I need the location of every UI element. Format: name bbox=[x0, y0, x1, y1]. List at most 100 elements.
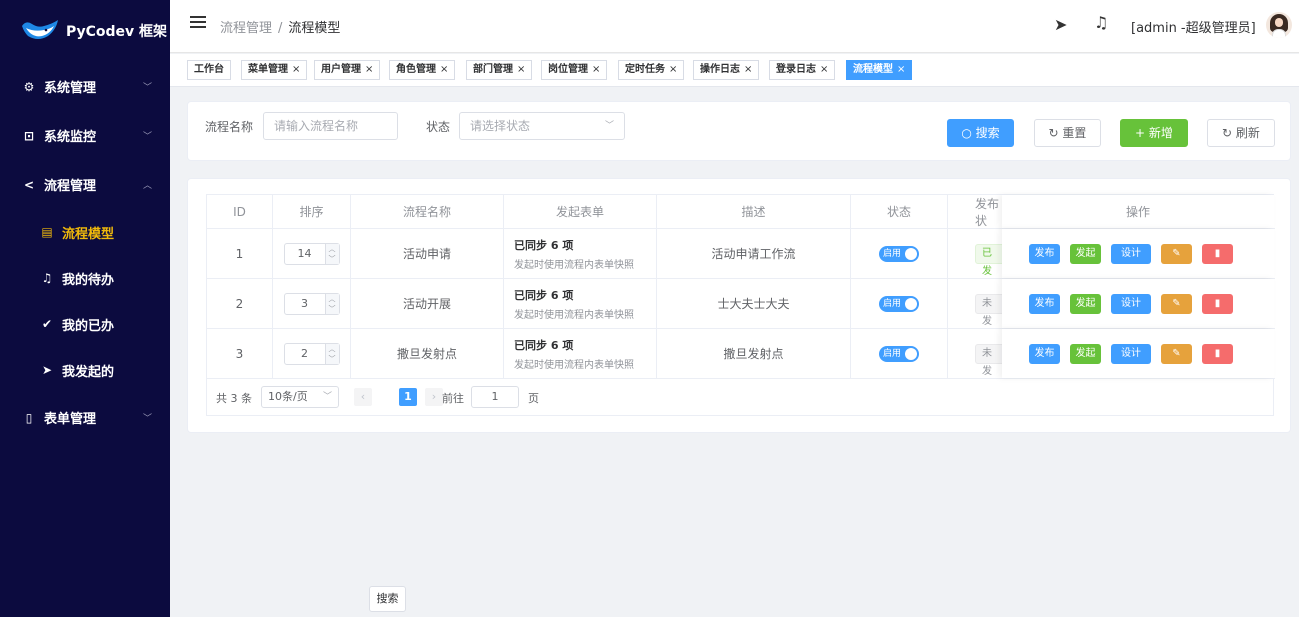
start-button[interactable]: 发起 bbox=[1070, 293, 1101, 314]
chevron-down-icon: ﹀ bbox=[604, 121, 614, 131]
whale-logo-icon bbox=[22, 20, 58, 39]
chevron-down-icon: ﹀ bbox=[142, 414, 152, 424]
workflow-table: ID 排序 流程名称 发起表单 描述 状态 发布状 操作 1 14 ︿ ﹀ 活动申请… bbox=[206, 194, 1275, 416]
button-label: 搜索 bbox=[975, 126, 1000, 140]
status-switch[interactable]: 启用 bbox=[879, 295, 919, 312]
sort-stepper[interactable]: 14 ︿ ﹀ bbox=[283, 242, 340, 265]
tag-item[interactable]: 工作台 bbox=[187, 60, 231, 80]
spin-arrows-icon[interactable]: ︿ ﹀ bbox=[324, 293, 339, 314]
next-page-button[interactable]: › bbox=[425, 388, 443, 406]
status-switch[interactable]: 启用 bbox=[879, 245, 919, 262]
document-icon: ▤ bbox=[41, 225, 53, 239]
close-icon[interactable]: × bbox=[820, 64, 828, 75]
tag-item[interactable]: 定时任务 × bbox=[618, 60, 685, 80]
sidebar-item-my-todo[interactable]: ♫ 我的待办 bbox=[0, 255, 170, 301]
spin-arrows-icon[interactable]: ︿ ﹀ bbox=[324, 243, 339, 264]
sub-item-label: 我发起的 bbox=[62, 364, 115, 380]
status-cell: 启用 bbox=[851, 279, 948, 328]
bell-icon: ♫ bbox=[41, 271, 53, 285]
start-button[interactable]: 发起 bbox=[1070, 343, 1101, 364]
publish-button[interactable]: 发布 bbox=[1029, 243, 1060, 264]
col-sort: 排序 bbox=[273, 195, 351, 228]
user-label[interactable]: [admin -超级管理员] bbox=[1131, 17, 1256, 36]
refresh-icon: ↻ bbox=[1222, 126, 1236, 140]
delete-button[interactable]: ▮ bbox=[1202, 293, 1233, 314]
design-button[interactable]: 设计 bbox=[1111, 343, 1151, 364]
status-select[interactable]: 请选择状态 ﹀ bbox=[459, 112, 625, 140]
tag-item[interactable]: 操作日志 × bbox=[693, 60, 760, 80]
status-label: 状态 bbox=[426, 120, 451, 134]
sidebar-item-workflow-model[interactable]: ▤ 流程模型 bbox=[0, 209, 170, 255]
col-publish: 发布状 bbox=[948, 195, 1008, 228]
col-desc: 描述 bbox=[657, 195, 851, 228]
sort-stepper[interactable]: 3 ︿ ﹀ bbox=[283, 292, 340, 315]
menu-system-management[interactable]: ⚙ 系统管理 ﹀ bbox=[0, 62, 170, 111]
edit-button[interactable]: ✎ bbox=[1161, 343, 1192, 364]
bell-icon[interactable]: ♫ bbox=[1094, 13, 1108, 32]
close-icon[interactable]: × bbox=[592, 64, 600, 75]
spin-arrows-icon[interactable]: ︿ ﹀ bbox=[324, 343, 339, 364]
sort-cell: 2 ︿ ﹀ bbox=[273, 329, 351, 378]
trash-icon: ▮ bbox=[1214, 297, 1221, 309]
floating-search-button[interactable]: 搜索 bbox=[369, 586, 406, 612]
row-desc: 撒旦发射点 bbox=[657, 329, 851, 378]
breadcrumb-item[interactable]: 流程管理 bbox=[220, 21, 272, 36]
search-button[interactable]: ○ 搜索 bbox=[947, 119, 1014, 147]
edit-button[interactable]: ✎ bbox=[1161, 243, 1192, 264]
sort-stepper[interactable]: 2 ︿ ﹀ bbox=[283, 342, 340, 365]
edit-button[interactable]: ✎ bbox=[1161, 293, 1192, 314]
publish-button[interactable]: 发布 bbox=[1029, 293, 1060, 314]
add-button[interactable]: + 新增 bbox=[1120, 119, 1188, 147]
tag-item[interactable]: 菜单管理 × bbox=[241, 60, 308, 80]
prev-page-button[interactable]: ‹ bbox=[354, 388, 372, 406]
tag-item[interactable]: 部门管理 × bbox=[466, 60, 533, 80]
page-size-select[interactable]: 10条/页 ﹀ bbox=[261, 386, 339, 408]
refresh-button[interactable]: ↻ 刷新 bbox=[1207, 119, 1275, 147]
tag-item[interactable]: 角色管理 × bbox=[389, 60, 456, 80]
close-icon[interactable]: × bbox=[440, 64, 448, 75]
design-button[interactable]: 设计 bbox=[1111, 243, 1151, 264]
start-button[interactable]: 发起 bbox=[1070, 243, 1101, 264]
delete-button[interactable]: ▮ bbox=[1202, 243, 1233, 264]
menu-system-monitor[interactable]: ⊡ 系统监控 ﹀ bbox=[0, 111, 170, 160]
col-name: 流程名称 bbox=[351, 195, 504, 228]
tag-item[interactable]: 用户管理 × bbox=[314, 60, 381, 80]
button-label: 刷新 bbox=[1235, 126, 1260, 140]
page-number[interactable]: 1 bbox=[399, 388, 417, 406]
col-status: 状态 bbox=[851, 195, 948, 228]
goto-page-input[interactable]: 1 bbox=[471, 386, 519, 408]
sidebar-item-my-started[interactable]: ➤ 我发起的 bbox=[0, 347, 170, 393]
close-icon[interactable]: × bbox=[897, 64, 905, 75]
close-icon[interactable]: × bbox=[669, 64, 677, 75]
paper-plane-icon[interactable]: ➤ bbox=[1054, 15, 1067, 34]
delete-button[interactable]: ▮ bbox=[1202, 343, 1233, 364]
button-label: 重置 bbox=[1062, 126, 1087, 140]
close-icon[interactable]: × bbox=[517, 64, 525, 75]
avatar[interactable] bbox=[1266, 12, 1292, 38]
status-switch[interactable]: 启用 bbox=[879, 345, 919, 362]
publish-button[interactable]: 发布 bbox=[1029, 343, 1060, 364]
tag-item[interactable]: 登录日志 × bbox=[769, 60, 836, 80]
trash-icon: ▮ bbox=[1214, 347, 1221, 359]
edit-icon: ✎ bbox=[1172, 247, 1181, 259]
status-cell: 启用 bbox=[851, 229, 948, 278]
tag-item-active[interactable]: 流程模型 × bbox=[846, 60, 913, 80]
close-icon[interactable]: × bbox=[744, 64, 752, 75]
menu-label: 系统管理 bbox=[44, 81, 97, 96]
close-icon[interactable]: × bbox=[292, 64, 300, 75]
reset-button[interactable]: ↻ 重置 bbox=[1034, 119, 1101, 147]
menu-workflow-management[interactable]: < 流程管理 ︿ bbox=[0, 160, 170, 209]
close-icon[interactable]: × bbox=[365, 64, 373, 75]
sub-item-label: 流程模型 bbox=[62, 226, 115, 242]
button-label: 新增 bbox=[1148, 126, 1173, 140]
tag-label: 登录日志 bbox=[776, 64, 816, 75]
menu-toggle-icon[interactable] bbox=[190, 16, 206, 30]
breadcrumb-separator: / bbox=[278, 21, 283, 36]
design-button[interactable]: 设计 bbox=[1111, 293, 1151, 314]
tag-item[interactable]: 岗位管理 × bbox=[541, 60, 608, 80]
menu-form-management[interactable]: ▯ 表单管理 ﹀ bbox=[0, 393, 170, 442]
sidebar-item-my-done[interactable]: ✔ 我的已办 bbox=[0, 301, 170, 347]
name-label: 流程名称 bbox=[205, 120, 254, 134]
name-input[interactable]: 请输入流程名称 bbox=[263, 112, 398, 140]
row-name: 活动申请 bbox=[351, 229, 504, 278]
